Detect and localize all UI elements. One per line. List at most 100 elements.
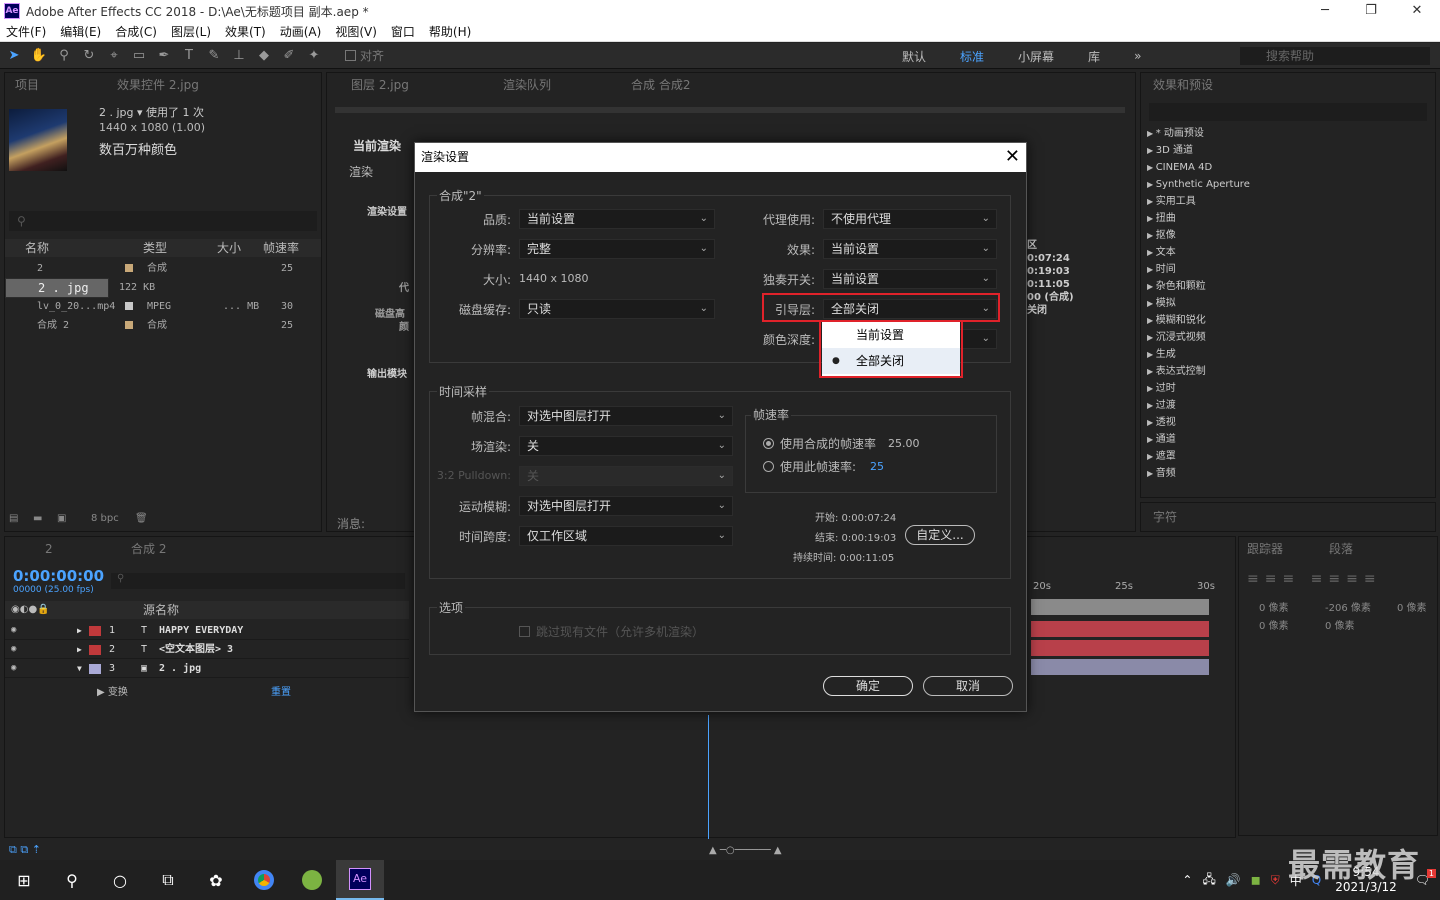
fx-category[interactable]: 透视	[1147, 414, 1176, 431]
layer-name[interactable]: HAPPY EVERYDAY	[159, 621, 243, 640]
menu-file[interactable]: 文件(F)	[6, 23, 46, 40]
help-search-input[interactable]: 搜索帮助	[1240, 47, 1430, 65]
eye-icon[interactable]: ◉	[11, 659, 16, 678]
timeline-search-input[interactable]: ⚲	[111, 573, 405, 589]
menu-effect[interactable]: 效果(T)	[225, 23, 266, 40]
resolution-select[interactable]: 完整 ⌄	[519, 239, 715, 259]
snapping-checkbox[interactable]	[345, 50, 356, 61]
paragraph-tab[interactable]: 段落	[1329, 537, 1353, 561]
layer-row[interactable]: ◉ ▶ 1 T HAPPY EVERYDAY	[5, 621, 409, 640]
dropdown-option-current[interactable]: 当前设置	[822, 322, 960, 348]
frame-blending-select[interactable]: 对选中图层打开 ⌄	[519, 406, 733, 426]
dropdown-option-all-off[interactable]: 全部关闭	[822, 348, 960, 374]
solo-switches-select[interactable]: 当前设置 ⌄	[823, 269, 997, 289]
disk-cache-select[interactable]: 只读 ⌄	[519, 299, 715, 319]
effects-panel-title[interactable]: 效果和预设	[1153, 73, 1213, 97]
menu-window[interactable]: 窗口	[391, 23, 415, 40]
effects-select[interactable]: 当前设置 ⌄	[823, 239, 997, 259]
indent-right-value[interactable]: 0 像素	[1397, 599, 1427, 614]
col-fps[interactable]: 帧速率	[263, 239, 313, 257]
label-color-icon[interactable]	[89, 645, 101, 655]
fx-category[interactable]: 扭曲	[1147, 210, 1176, 227]
twirl-icon[interactable]: ▶	[77, 640, 82, 659]
tab-project[interactable]: 项目	[15, 73, 39, 97]
fx-category[interactable]: 3D 通道	[1147, 142, 1193, 159]
dialog-close-button[interactable]: ✕	[1005, 143, 1020, 171]
interpret-footage-icon[interactable]: ▤	[9, 513, 18, 524]
field-render-select[interactable]: 关 ⌄	[519, 436, 733, 456]
fx-category[interactable]: 表达式控制	[1147, 363, 1206, 380]
menu-composition[interactable]: 合成(C)	[115, 23, 157, 40]
fx-category[interactable]: 文本	[1147, 244, 1176, 261]
fx-category[interactable]: 沉浸式视频	[1147, 329, 1206, 346]
render-settings-twirl[interactable]: 渲染设置	[367, 203, 407, 218]
workspace-standard[interactable]: 标准	[960, 48, 984, 65]
close-window-button[interactable]: ✕	[1394, 0, 1440, 22]
layer-duration-bar[interactable]	[1031, 659, 1209, 675]
workspace-default[interactable]: 默认	[902, 48, 926, 65]
layer-row[interactable]: ◉ ▼ 3 ▣ 2 . jpg	[5, 659, 409, 678]
zoom-tool-icon[interactable]: ⚲	[53, 46, 75, 66]
col-name[interactable]: 名称	[5, 239, 121, 257]
time-ruler[interactable]: 20s 25s 30s	[1031, 581, 1215, 595]
eye-icon[interactable]: ◉	[11, 640, 16, 659]
proxy-use-select[interactable]: 不使用代理 ⌄	[823, 209, 997, 229]
fx-category[interactable]: 模拟	[1147, 295, 1176, 312]
after-effects-taskbar-icon[interactable]: Ae	[336, 860, 384, 900]
selection-tool-icon[interactable]: ➤	[3, 46, 25, 66]
minimize-button[interactable]: ─	[1302, 0, 1348, 22]
work-area-bar[interactable]	[1031, 599, 1209, 615]
volume-icon[interactable]: 🔊	[1226, 873, 1241, 887]
snapping-toggle[interactable]: 对齐	[345, 47, 384, 64]
indent-first-value[interactable]: -206 像素	[1325, 599, 1371, 614]
space-before-value[interactable]: 0 像素	[1259, 617, 1289, 632]
indent-left-value[interactable]: 0 像素	[1259, 599, 1289, 614]
menu-animation[interactable]: 动画(A)	[280, 23, 322, 40]
reset-link[interactable]: 重置	[271, 683, 291, 698]
nvidia-icon[interactable]: ◼	[1251, 873, 1261, 887]
tray-chevron-icon[interactable]: ⌃	[1182, 873, 1192, 887]
fx-category[interactable]: 实用工具	[1147, 193, 1196, 210]
eraser-tool-icon[interactable]: ◆	[253, 46, 275, 66]
use-this-fps-radio[interactable]: 使用此帧速率: 25	[763, 458, 884, 475]
motion-blur-select[interactable]: 对选中图层打开 ⌄	[519, 496, 733, 516]
puppet-tool-icon[interactable]: ✦	[303, 46, 325, 66]
source-name-column[interactable]: 源名称	[143, 601, 179, 619]
fx-category[interactable]: Synthetic Aperture	[1147, 176, 1250, 193]
fx-category[interactable]: 过渡	[1147, 397, 1176, 414]
label-color-icon[interactable]	[125, 321, 133, 329]
timeline-tab-comp2[interactable]: 合成 2	[131, 537, 166, 561]
menu-help[interactable]: 帮助(H)	[429, 23, 471, 40]
transform-group[interactable]: ▶ 变换	[97, 683, 128, 698]
fx-category[interactable]: 模糊和锐化	[1147, 312, 1206, 329]
ok-button[interactable]: 确定	[823, 676, 913, 696]
menu-edit[interactable]: 编辑(E)	[60, 23, 101, 40]
fx-category[interactable]: 音频	[1147, 465, 1176, 482]
workspace-small-screen[interactable]: 小屏幕	[1018, 48, 1054, 65]
use-comp-fps-radio[interactable]: 使用合成的帧速率 25.00	[763, 435, 920, 452]
layer-name[interactable]: <空文本图层> 3	[159, 640, 233, 659]
cortana-icon[interactable]: ○	[96, 860, 144, 900]
col-size[interactable]: 大小	[217, 239, 263, 257]
time-span-select[interactable]: 仅工作区域 ⌄	[519, 526, 733, 546]
windows-start-icon[interactable]: ⊞	[0, 860, 48, 900]
zoom-slider[interactable]: ▲ ─○────── ▲	[709, 845, 782, 856]
paragraph-align-buttons[interactable]: ≡≡≡ ≡≡≡≡	[1247, 571, 1382, 587]
label-color-icon[interactable]	[89, 664, 101, 674]
fx-category[interactable]: 生成	[1147, 346, 1176, 363]
melon-app-icon[interactable]	[288, 860, 336, 900]
label-color-icon[interactable]	[125, 264, 133, 272]
bit-depth-button[interactable]: 8 bpc	[91, 513, 119, 524]
tab-layer[interactable]: 图层 2.jpg	[351, 73, 409, 97]
project-row[interactable]: 2 合成 25	[5, 259, 321, 278]
twirl-open-icon[interactable]: ▼	[77, 659, 82, 678]
col-type[interactable]: 类型	[121, 239, 217, 257]
rotate-tool-icon[interactable]: ↻	[78, 46, 100, 66]
search-icon[interactable]: ⚲	[48, 860, 96, 900]
fx-category[interactable]: 时间	[1147, 261, 1176, 278]
rectangle-tool-icon[interactable]: ▭	[128, 46, 150, 66]
label-color-icon[interactable]	[89, 626, 101, 636]
eye-icon[interactable]: ◉	[11, 621, 16, 640]
pinwheel-app-icon[interactable]: ✿	[192, 860, 240, 900]
clone-stamp-tool-icon[interactable]: ⊥	[228, 46, 250, 66]
